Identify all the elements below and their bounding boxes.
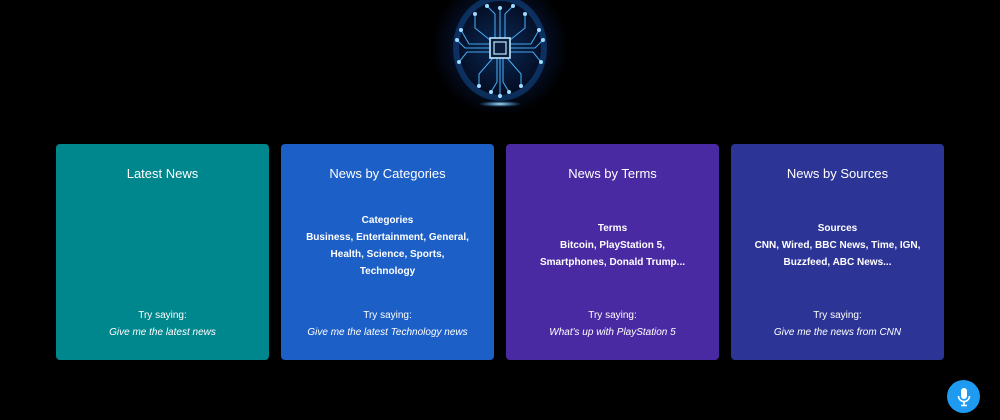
try-saying-label: Try saying:	[813, 310, 862, 321]
card-title: News by Categories	[329, 166, 446, 181]
card-try-saying: Try saying: Give me the latest Technolog…	[281, 307, 494, 341]
try-saying-label: Try saying:	[138, 310, 187, 321]
info-line: CNN, Wired, BBC News, Time, IGN,	[754, 240, 921, 251]
card-title: News by Terms	[568, 166, 657, 181]
info-line: Smartphones, Donald Trump...	[539, 257, 685, 268]
try-saying-label: Try saying:	[588, 310, 637, 321]
info-line: Buzzfeed, ABC News...	[783, 257, 892, 268]
microphone-icon	[957, 387, 970, 406]
card-try-saying: Try saying: Give me the latest news	[56, 307, 269, 341]
example-phrase: Give me the news from CNN	[773, 327, 902, 338]
card-latest-news[interactable]: Latest News Try saying: Give me the late…	[56, 144, 269, 360]
example-phrase: Give me the latest news	[109, 327, 216, 338]
card-news-by-sources[interactable]: News by Sources Sources CNN, Wired, BBC …	[731, 144, 944, 360]
card-try-saying: Try saying: What's up with PlayStation 5	[506, 307, 719, 341]
card-info: Sources CNN, Wired, BBC News, Time, IGN,…	[741, 220, 934, 271]
card-news-by-categories[interactable]: News by Categories Categories Business, …	[281, 144, 494, 360]
info-heading: Categories	[361, 215, 414, 226]
ai-brain-chip-icon	[453, 0, 547, 107]
info-heading: Sources	[817, 223, 858, 234]
card-grid: Latest News Try saying: Give me the late…	[56, 144, 944, 360]
info-heading: Terms	[597, 223, 628, 234]
info-line: Health, Science, Sports,	[330, 249, 445, 260]
info-line: Bitcoin, PlayStation 5,	[559, 240, 666, 251]
card-news-by-terms[interactable]: News by Terms Terms Bitcoin, PlayStation…	[506, 144, 719, 360]
card-title: Latest News	[126, 166, 199, 181]
app-logo	[435, 0, 565, 112]
info-line: Business, Entertainment, General,	[306, 232, 469, 243]
card-try-saying: Try saying: Give me the news from CNN	[731, 307, 944, 341]
example-phrase: What's up with PlayStation 5	[549, 327, 676, 338]
try-saying-label: Try saying:	[363, 310, 412, 321]
card-title: News by Sources	[786, 166, 889, 181]
info-line: Technology	[359, 266, 416, 277]
card-info: Categories Business, Entertainment, Gene…	[291, 212, 484, 280]
card-info: Terms Bitcoin, PlayStation 5, Smartphone…	[516, 220, 709, 271]
microphone-button[interactable]	[947, 380, 980, 413]
example-phrase: Give me the latest Technology news	[307, 327, 468, 338]
